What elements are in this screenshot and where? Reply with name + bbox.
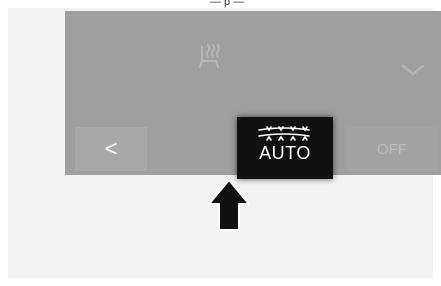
climate-control-screen: < OFF AUTO (65, 11, 441, 179)
auto-button[interactable]: AUTO (237, 117, 333, 179)
top-page-label: — p — (210, 0, 245, 8)
auto-label: AUTO (259, 143, 311, 163)
seat-heat-icon[interactable] (196, 41, 224, 71)
off-button[interactable]: OFF (347, 127, 437, 171)
back-button[interactable]: < (75, 127, 147, 171)
up-arrow-pointer-icon (208, 179, 250, 231)
figure-canvas: < OFF AUTO (8, 8, 441, 278)
auto-defrost-glyph-icon (258, 126, 310, 141)
chevron-down-icon[interactable] (400, 61, 426, 79)
